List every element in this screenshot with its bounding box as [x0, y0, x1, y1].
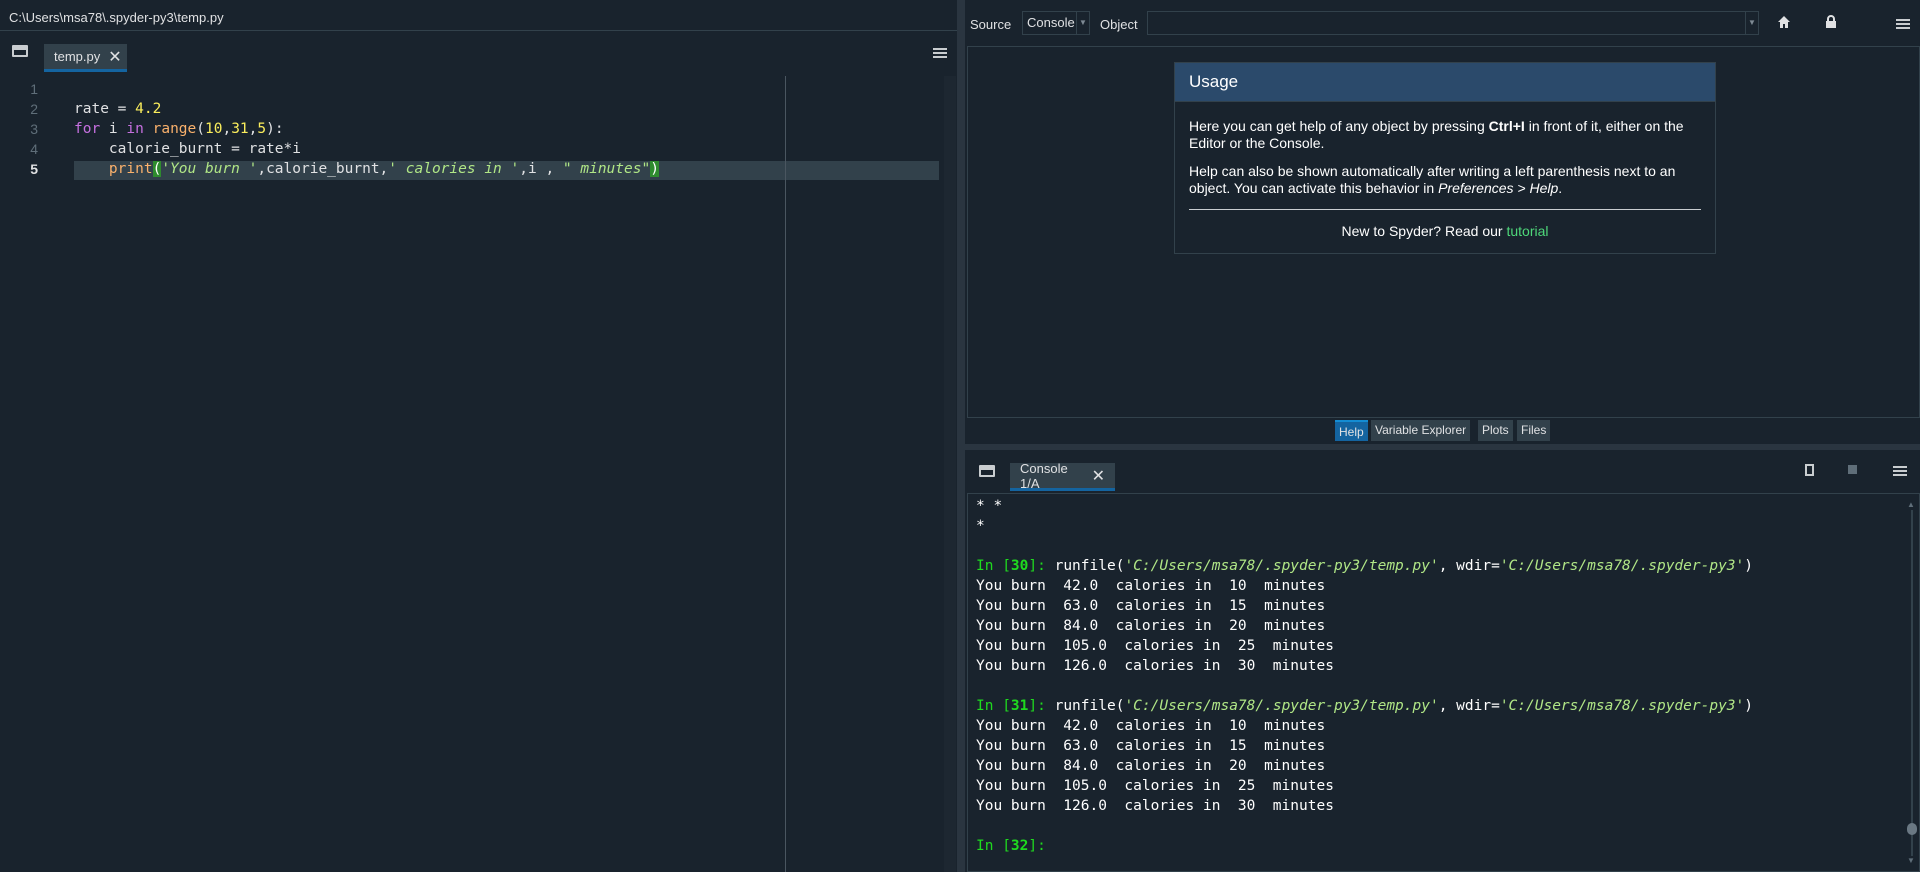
line-number: 3 — [30, 121, 38, 137]
usage-footer: New to Spyder? Read our tutorial — [1341, 223, 1549, 239]
help-toolbar: Source Console ▼ Object ▼ — [965, 0, 1920, 46]
tab-temp-py[interactable]: temp.py ✕ — [44, 44, 127, 72]
tab-label: temp.py — [54, 49, 101, 64]
code-line-5: print('You burn ',calorie_burnt,' calori… — [108, 161, 659, 177]
usage-title: Usage — [1175, 63, 1715, 102]
usage-paragraph-1: Here you can get help of any object by p… — [1189, 118, 1684, 151]
tab-plots[interactable]: Plots — [1478, 420, 1513, 441]
console-output-line: You burn 84.0 calories in 20 minutes — [976, 758, 1326, 774]
chevron-down-icon: ▼ — [1745, 12, 1758, 34]
console-output-line: * * — [976, 498, 1003, 514]
console-output-line: You burn 126.0 calories in 30 minutes — [976, 658, 1334, 674]
console-output-line: You burn 42.0 calories in 10 minutes — [976, 578, 1326, 594]
usage-paragraph-2: Help can also be shown automatically aft… — [1189, 163, 1676, 196]
tab-help[interactable]: Help — [1335, 420, 1368, 441]
console-output[interactable]: * * * In [30]: runfile('C:/Users/msa78/.sp… — [967, 493, 1920, 872]
copy-icon[interactable] — [1805, 464, 1814, 476]
source-select-value: Console — [1027, 15, 1075, 30]
editor-file-path: C:\Users\msa78\.spyder-py3\temp.py — [9, 10, 224, 25]
tab-files[interactable]: Files — [1517, 420, 1551, 441]
console-output-line: You burn 84.0 calories in 20 minutes — [976, 618, 1326, 634]
line-number: 1 — [30, 81, 38, 97]
code-line-4: calorie_burnt = rate*i — [74, 141, 301, 157]
console-input-line: In [32]: — [976, 838, 1055, 854]
console-output-line: You burn 105.0 calories in 25 minutes — [976, 638, 1334, 654]
code-editor[interactable]: 1 2 3 4 5 — [0, 76, 944, 872]
scroll-down-icon[interactable]: ▼ — [1907, 856, 1915, 865]
line-number: 4 — [30, 141, 38, 157]
close-icon[interactable]: ✕ — [1092, 466, 1105, 486]
console-output-line: You burn 105.0 calories in 25 minutes — [976, 778, 1334, 794]
console-output-line: You burn 42.0 calories in 10 minutes — [976, 718, 1326, 734]
console-output-line: You burn 63.0 calories in 15 minutes — [976, 738, 1326, 754]
console-output-line: * — [976, 518, 985, 534]
scroll-up-icon[interactable]: ▲ — [1907, 500, 1915, 509]
divider — [1189, 209, 1701, 210]
console-output-line: You burn 126.0 calories in 30 minutes — [976, 798, 1334, 814]
scrollbar-track — [1911, 510, 1913, 856]
chevron-down-icon: ▼ — [1076, 12, 1089, 34]
console-input-line: In [30]: runfile('C:/Users/msa78/.spyder… — [976, 558, 1753, 574]
menu-icon[interactable] — [933, 48, 947, 58]
menu-icon[interactable] — [1896, 19, 1910, 29]
object-label: Object — [1100, 17, 1138, 32]
line-number-gutter: 1 2 3 4 5 — [0, 76, 70, 872]
lock-icon[interactable] — [1824, 15, 1838, 29]
tab-variable-explorer[interactable]: Variable Explorer — [1371, 420, 1471, 441]
object-input[interactable]: ▼ — [1147, 11, 1759, 35]
editor-scrollbar[interactable] — [944, 76, 956, 872]
scrollbar-thumb[interactable] — [1907, 823, 1917, 835]
tab-label: Console 1/A — [1020, 460, 1068, 491]
undock-icon[interactable] — [12, 45, 28, 57]
source-label: Source — [970, 17, 1012, 32]
code-line-2: rate = 4.2 — [74, 101, 162, 117]
line-number: 2 — [30, 101, 38, 117]
console-pane: Console 1/A ✕ * * * In [30]: runfile('C:/U… — [965, 450, 1920, 872]
help-pane-tabs: Help Variable Explorer Plots Files — [965, 419, 1920, 444]
stop-icon[interactable] — [1848, 465, 1857, 474]
tab-console[interactable]: Console 1/A ✕ — [1010, 460, 1115, 491]
edge-line — [785, 76, 786, 872]
editor-titlebar: C:\Users\msa78\.spyder-py3\temp.py — [0, 0, 957, 31]
console-output-line: You burn 63.0 calories in 15 minutes — [976, 598, 1326, 614]
help-pane: Source Console ▼ Object ▼ Usage Here you… — [965, 0, 1920, 444]
home-icon[interactable] — [1777, 15, 1791, 29]
editor-tabbar — [0, 32, 957, 74]
line-number-current: 5 — [30, 161, 38, 177]
menu-icon[interactable] — [1893, 466, 1907, 476]
close-icon[interactable]: ✕ — [108, 47, 121, 67]
usage-panel: Usage Here you can get help of any objec… — [1174, 62, 1716, 254]
vertical-splitter[interactable] — [957, 0, 965, 872]
console-input-line: In [31]: runfile('C:/Users/msa78/.spyder… — [976, 698, 1753, 714]
tutorial-link[interactable]: tutorial — [1506, 223, 1548, 239]
console-scrollbar[interactable]: ▲ ▼ — [1907, 500, 1917, 865]
help-viewer: Usage Here you can get help of any objec… — [967, 46, 1920, 418]
undock-icon[interactable] — [979, 465, 995, 477]
source-select[interactable]: Console ▼ — [1022, 11, 1090, 35]
editor-pane: C:\Users\msa78\.spyder-py3\temp.py temp.… — [0, 0, 958, 872]
code-line-3: for i in range(10,31,5): — [74, 121, 284, 137]
